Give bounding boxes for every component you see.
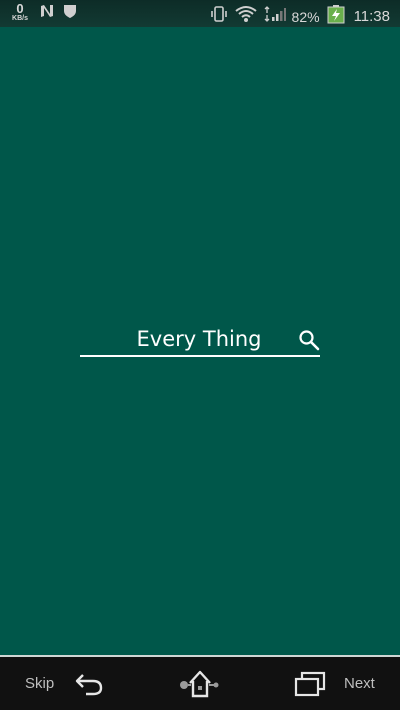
search-icon[interactable] (298, 329, 320, 351)
next-button[interactable]: Next (344, 675, 375, 692)
data-rate-value: 0 (16, 1, 24, 16)
status-bar: 0 KB/s 82% 11:38 (0, 0, 400, 27)
battery-charging-icon (326, 4, 346, 29)
data-rate-indicator: 0 KB/s (9, 1, 31, 23)
home-icon[interactable] (176, 666, 224, 702)
skip-button[interactable]: Skip (25, 675, 54, 692)
clock: 11:38 (353, 8, 390, 25)
battery-percent: 82% (291, 8, 320, 25)
n-icon (39, 3, 55, 24)
vibrate-icon (210, 5, 228, 28)
data-rate-unit: KB/s (12, 15, 28, 22)
signal-icon (264, 5, 286, 28)
search-bar[interactable] (80, 323, 320, 357)
navigation-bar: Skip Next (0, 655, 400, 710)
recent-apps-icon[interactable] (294, 671, 326, 697)
search-input[interactable] (80, 323, 290, 355)
status-left-group: 0 KB/s (9, 1, 77, 24)
wifi-icon (234, 5, 258, 28)
main-screen (0, 27, 400, 655)
shield-icon (63, 3, 77, 24)
back-icon[interactable] (74, 671, 104, 697)
status-right-group: 82% 11:38 (210, 4, 390, 29)
